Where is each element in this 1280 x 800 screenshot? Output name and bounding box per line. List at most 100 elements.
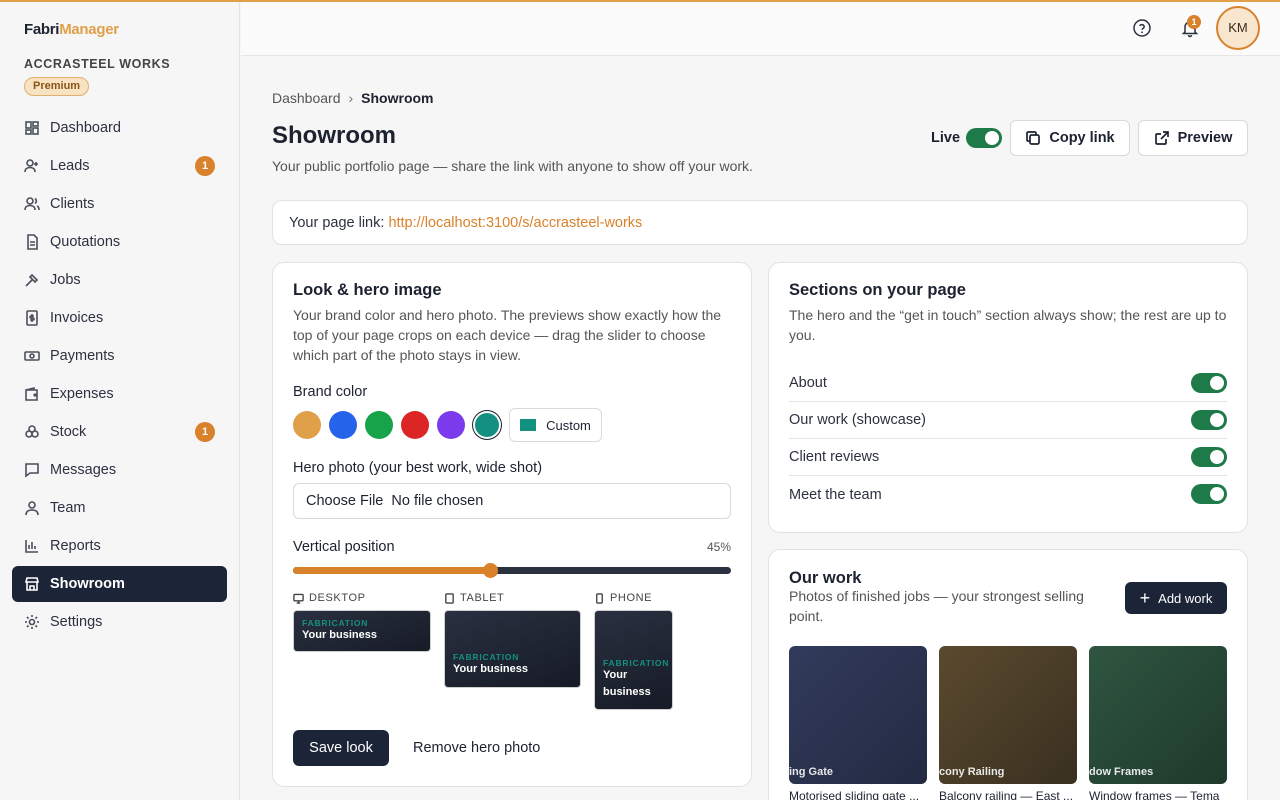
sidebar-item-label: Messages <box>50 462 117 478</box>
sidebar-item-dashboard[interactable]: Dashboard <box>12 110 227 146</box>
sidebar: FabriManager ACCRASTEEL WORKS Premium Da… <box>0 2 240 800</box>
sidebar-item-label: Team <box>50 500 86 516</box>
color-swatch[interactable] <box>329 411 357 439</box>
section-toggle-meet-the-team[interactable] <box>1191 484 1227 504</box>
color-swatch[interactable] <box>401 411 429 439</box>
sections-card: Sections on your page The hero and the “… <box>768 262 1248 533</box>
sidebar-item-team[interactable]: Team <box>12 490 227 526</box>
hammer-icon <box>24 272 40 288</box>
work-item-image[interactable]: ing Gate <box>789 646 927 784</box>
choose-file-button[interactable]: Choose File <box>306 493 383 509</box>
monitor-icon <box>293 593 304 604</box>
color-swatch[interactable] <box>293 411 321 439</box>
dashboard-icon <box>24 120 40 136</box>
sidebar-item-stock[interactable]: Stock 1 <box>12 414 227 450</box>
color-swatch[interactable] <box>365 411 393 439</box>
sidebar-item-clients[interactable]: Clients <box>12 186 227 222</box>
count-badge: 1 <box>195 156 215 176</box>
page-link-box: Your page link: http://localhost:3100/s/… <box>272 200 1248 245</box>
page-link-url[interactable]: http://localhost:3100/s/accrasteel-works <box>388 215 642 231</box>
color-swatch[interactable] <box>475 413 499 437</box>
sidebar-item-showroom[interactable]: Showroom <box>12 566 227 602</box>
help-icon[interactable] <box>1132 18 1152 38</box>
preview-business-name: Your business <box>453 663 528 675</box>
add-work-button[interactable]: + Add work <box>1125 582 1227 614</box>
sidebar-item-quotations[interactable]: Quotations <box>12 224 227 260</box>
sidebar-item-reports[interactable]: Reports <box>12 528 227 564</box>
message-icon <box>24 462 40 478</box>
sidebar-item-label: Payments <box>50 348 115 364</box>
remove-hero-photo-button[interactable]: Remove hero photo <box>413 740 540 756</box>
work-item-image[interactable]: dow Frames <box>1089 646 1227 784</box>
tablet-label: TABLET <box>444 592 504 604</box>
color-swatch[interactable] <box>437 411 465 439</box>
user-icon <box>24 500 40 516</box>
copy-icon <box>1026 131 1041 145</box>
work-item[interactable]: dow Frames Window frames — Tema <box>1089 646 1227 800</box>
sidebar-item-label: Settings <box>50 614 103 630</box>
sidebar-item-invoices[interactable]: Invoices <box>12 300 227 336</box>
breadcrumb-parent[interactable]: Dashboard <box>272 90 341 106</box>
sidebar-item-messages[interactable]: Messages <box>12 452 227 488</box>
page-link-label: Your page link: <box>289 215 385 231</box>
sidebar-item-label: Jobs <box>50 272 81 288</box>
our-work-card: Our work Photos of finished jobs — your … <box>768 549 1248 800</box>
sections-card-title: Sections on your page <box>789 281 966 299</box>
main-content: Dashboard › Showroom Showroom Your publi… <box>241 56 1280 800</box>
wallet-icon <box>24 386 40 402</box>
color-chip-icon <box>520 419 537 431</box>
slider-fill <box>293 567 491 574</box>
hero-photo-file-input[interactable]: Choose File No file chosen <box>293 483 731 519</box>
desktop-label: DESKTOP <box>293 592 366 604</box>
breadcrumb: Dashboard › Showroom <box>272 90 434 106</box>
work-item-title: Window frames — Tema <box>1089 789 1220 800</box>
file-status: No file chosen <box>391 493 484 509</box>
desktop-preview: FABRICATION Your business <box>293 610 431 652</box>
sidebar-nav: Dashboard Leads 1 Clients Quotations Jobs Invo… <box>12 110 227 642</box>
sidebar-item-label: Stock <box>50 424 87 440</box>
store-icon <box>24 576 40 592</box>
sidebar-item-leads[interactable]: Leads 1 <box>12 148 227 184</box>
live-label: Live <box>931 130 961 146</box>
company-name: ACCRASTEEL WORKS <box>24 57 171 71</box>
vertical-position-value: 45% <box>706 540 731 554</box>
our-work-description: Photos of finished jobs — your strongest… <box>789 588 1084 624</box>
copy-link-button[interactable]: Copy link <box>1010 120 1130 156</box>
user-plus-icon <box>24 158 40 174</box>
avatar[interactable]: KM <box>1216 6 1260 50</box>
app-logo[interactable]: FabriManager <box>24 21 119 38</box>
plus-icon: + <box>1139 588 1151 608</box>
section-toggle-our-work[interactable] <box>1191 410 1227 430</box>
page-subtitle: Your public portfolio page — share the l… <box>272 158 753 174</box>
sections-card-description: The hero and the “get in touch” section … <box>789 307 1227 343</box>
work-item-image[interactable]: cony Railing <box>939 646 1077 784</box>
custom-color-button[interactable]: Custom <box>509 408 602 442</box>
sidebar-item-payments[interactable]: Payments <box>12 338 227 374</box>
sidebar-item-settings[interactable]: Settings <box>12 604 227 640</box>
live-toggle[interactable] <box>966 128 1002 148</box>
brand-color-swatches: Custom <box>293 408 602 442</box>
users-icon <box>24 196 40 212</box>
notification-badge: 1 <box>1187 15 1201 29</box>
banknote-icon <box>24 348 40 364</box>
sidebar-item-jobs[interactable]: Jobs <box>12 262 227 298</box>
section-row-meet-the-team: Meet the team <box>789 476 1227 513</box>
work-item[interactable]: cony Railing Balcony railing — East ... <box>939 646 1077 800</box>
work-item-title: Motorised sliding gate ... <box>789 789 920 800</box>
vertical-position-slider[interactable] <box>293 563 731 578</box>
save-look-button[interactable]: Save look <box>293 730 389 766</box>
section-toggle-about[interactable] <box>1191 373 1227 393</box>
look-card: Look & hero image Your brand color and h… <box>272 262 752 787</box>
preview-button[interactable]: Preview <box>1138 120 1248 156</box>
sidebar-item-label: Clients <box>50 196 95 212</box>
page-title: Showroom <box>272 122 396 149</box>
chevron-right-icon: › <box>348 90 354 106</box>
section-toggle-client-reviews[interactable] <box>1191 447 1227 467</box>
slider-thumb[interactable] <box>483 563 499 578</box>
work-item[interactable]: ing Gate Motorised sliding gate ... <box>789 646 927 800</box>
look-card-description: Your brand color and hero photo. The pre… <box>293 307 722 363</box>
sidebar-item-label: Reports <box>50 538 101 554</box>
hero-photo-label: Hero photo (your best work, wide shot) <box>293 460 543 476</box>
work-item-title: Balcony railing — East ... <box>939 789 1074 800</box>
sidebar-item-expenses[interactable]: Expenses <box>12 376 227 412</box>
